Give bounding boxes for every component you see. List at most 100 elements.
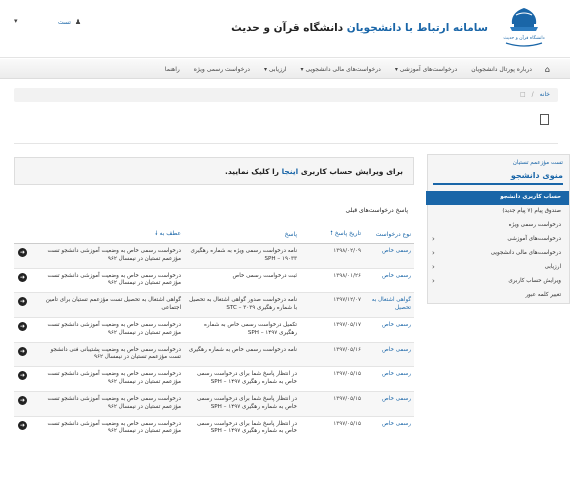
cell-reference: درخواست رسمی خاص به وضعیت آموزشی دانشجو … [34, 390, 184, 417]
sidebar-item-label: ویرایش حساب کاربری [508, 278, 561, 284]
cell-request-type[interactable]: رسمی خاص [364, 390, 414, 417]
cell-request-type[interactable]: رسمی خاص [364, 316, 414, 343]
cell-answer-date: ۱۳۹۸/۰۱/۲۶ [300, 267, 364, 293]
sort-icon: 🠗 [154, 230, 158, 237]
sidebar-title-underline [433, 183, 563, 185]
cell-action: ➜ [14, 390, 34, 417]
site-title-part2: دانشگاه قرآن و حدیث [231, 22, 344, 34]
home-icon[interactable]: ⌂ [539, 65, 556, 74]
user-name: تست [58, 19, 71, 26]
chevron-down-icon: ▾ [394, 65, 398, 73]
nav-item-help[interactable]: راهنما [158, 66, 187, 73]
table-row: رسمی خاص ۱۳۹۷/۰۵/۱۵ در انتظار پاسخ شما برا… [14, 366, 414, 392]
cell-action: ➜ [14, 243, 34, 269]
sidebar-item[interactable]: درخواست‌های آموزشی ‹ [426, 233, 569, 247]
logo-text: دانشگاه قرآن و حدیث [503, 34, 544, 41]
nav-item-about[interactable]: درباره پورتال دانشجویان [464, 66, 539, 73]
chevron-left-icon: ‹ [432, 263, 435, 271]
nav-item-label: درخواست‌های آموزشی [399, 65, 458, 73]
sidebar-item[interactable]: درخواست رسمی ویژه [426, 219, 569, 233]
cell-request-type[interactable]: گواهی اشتغال به تحصیل [364, 292, 414, 318]
page-icon: □ [520, 91, 526, 98]
view-arrow-icon[interactable]: ➜ [18, 395, 27, 405]
nav-item-education-requests[interactable]: درخواست‌های آموزشی ▾ [388, 66, 464, 73]
sidebar-item-label: صندوق پیام (۷ پیام جدید) [502, 208, 561, 214]
sort-icon: 🠕 [330, 230, 333, 237]
sidebar-item-label: حساب کاربری دانشجو [500, 194, 561, 200]
view-arrow-icon[interactable]: ➜ [18, 420, 27, 430]
cell-request-type[interactable]: رسمی خاص [364, 243, 414, 269]
column-header-label: عطف به [159, 230, 181, 237]
cell-answer-date: ۱۳۹۸/۰۲/۰۹ [300, 243, 364, 269]
edit-account-link[interactable]: اینجا [282, 167, 299, 176]
view-arrow-icon[interactable]: ➜ [18, 297, 27, 307]
breadcrumb: خانه / □ [14, 88, 558, 102]
university-logo[interactable]: دانشگاه قرآن و حدیث [500, 5, 548, 51]
sidebar-menu: حساب کاربری دانشجو صندوق پیام (۷ پیام جدی… [426, 191, 569, 303]
cell-reference: درخواست رسمی خاص به وضعیت آموزشی دانشجو … [34, 366, 184, 392]
nav-item-evaluation[interactable]: ارزیابی ▾ [257, 66, 294, 73]
divider [14, 143, 558, 144]
nav-item-special-request[interactable]: درخواست رسمی ویژه [187, 66, 257, 73]
sidebar-item[interactable]: صندوق پیام (۷ پیام جدید) [426, 205, 569, 219]
cell-reference: درخواست رسمی خاص به وضعیت آموزشی دانشجو … [34, 267, 184, 293]
site-title[interactable]: سامانه ارتباط با دانشجویان دانشگاه قرآن … [231, 22, 488, 34]
sidebar-item-label: درخواست‌های آموزشی [507, 236, 561, 242]
cell-answer: نامه درخواست رسمی ویژه به شماره رهگیری S… [184, 243, 300, 269]
cell-answer: در انتظار پاسخ شما برای درخواست رسمی خاص… [184, 415, 300, 441]
column-header-answer[interactable]: پاسخ [184, 225, 300, 244]
column-header-ref[interactable]: عطف به 🠗 [34, 225, 184, 244]
column-header-actions [14, 225, 34, 244]
sidebar-item[interactable]: ارزیابی ‹ [426, 261, 569, 275]
view-arrow-icon[interactable]: ➜ [18, 346, 27, 356]
cell-reference: درخواست رسمی خاص به وضعیت پشتیبانی فنی د… [34, 341, 184, 367]
cell-request-type[interactable]: رسمی خاص [364, 341, 414, 367]
view-arrow-icon[interactable]: ➜ [18, 371, 27, 381]
sidebar-item[interactable]: تغییر کلمه عبور [426, 289, 569, 303]
cell-answer: در انتظار پاسخ شما برای درخواست رسمی خاص… [184, 390, 300, 417]
column-header-type[interactable]: نوع درخواست [364, 225, 414, 244]
table-body: رسمی خاص ۱۳۹۸/۰۲/۰۹ نامه درخواست رسمی ویژه… [14, 243, 414, 441]
chevron-left-icon: ‹ [432, 277, 435, 285]
column-header-label: تاریخ پاسخ [334, 230, 361, 237]
sidebar-item[interactable]: ویرایش حساب کاربری ‹ [426, 275, 569, 289]
cell-request-type[interactable]: رسمی خاص [364, 267, 414, 293]
document-icon[interactable] [540, 114, 549, 125]
cell-answer-date: ۱۳۹۷/۰۵/۱۵ [300, 415, 364, 441]
sidebar-item[interactable]: درخواست‌های مالی دانشجویی ‹ [426, 247, 569, 261]
view-arrow-icon[interactable]: ➜ [18, 272, 27, 282]
table-title: پاسخ درخواست‌های قبلی [345, 207, 408, 214]
column-header-date[interactable]: تاریخ پاسخ 🠕 [300, 225, 364, 244]
cell-reference: درخواست رسمی خاص به وضعیت آموزشی دانشجو … [34, 415, 184, 441]
view-arrow-icon[interactable]: ➜ [18, 248, 27, 257]
chevron-left-icon: ‹ [432, 249, 435, 257]
table-row: رسمی خاص ۱۳۹۷/۰۵/۱۷ تکمیل درخواست رسمی خاص… [14, 316, 414, 343]
table-row: رسمی خاص ۱۳۹۷/۰۵/۱۵ در انتظار پاسخ شما برا… [14, 415, 414, 441]
cell-request-type[interactable]: رسمی خاص [364, 415, 414, 441]
cell-reference: درخواست رسمی خاص به وضعیت آموزشی دانشجو … [34, 243, 184, 269]
table-row: گواهی اشتغال به تحصیل ۱۳۹۷/۱۲/۰۷ نامه درخو… [14, 292, 414, 318]
cell-answer-date: ۱۳۹۷/۰۵/۱۵ [300, 390, 364, 417]
sidebar-user-name[interactable]: تست مؤزعمم تستیان [513, 160, 563, 166]
cell-answer-date: ۱۳۹۷/۱۲/۰۷ [300, 292, 364, 318]
cell-request-type[interactable]: رسمی خاص [364, 366, 414, 392]
table-row: رسمی خاص ۱۳۹۷/۰۵/۱۶ نامه درخواست رسمی خاص … [14, 341, 414, 367]
cell-answer: ثبت درخواست رسمی خاص [184, 267, 300, 293]
cell-answer-date: ۱۳۹۷/۰۵/۱۷ [300, 316, 364, 343]
cell-answer: تکمیل درخواست رسمی خاص به شماره رهگیری S… [184, 316, 300, 343]
breadcrumb-separator: / [531, 91, 534, 98]
sidebar-item-label: درخواست‌های مالی دانشجویی [490, 250, 561, 256]
cell-answer: در انتظار پاسخ شما برای درخواست رسمی خاص… [184, 366, 300, 392]
user-menu[interactable]: ♟ تست [58, 18, 81, 26]
cell-action: ➜ [14, 267, 34, 293]
sidebar-item-label: تغییر کلمه عبور [525, 292, 561, 298]
chevron-down-icon[interactable]: ▾ [14, 17, 18, 25]
view-arrow-icon[interactable]: ➜ [18, 321, 27, 331]
nav-item-label: ارزیابی [268, 65, 287, 73]
breadcrumb-home[interactable]: خانه [540, 91, 550, 98]
cell-action: ➜ [14, 292, 34, 318]
sidebar-item[interactable]: حساب کاربری دانشجو [426, 191, 569, 205]
nav-item-financial-requests[interactable]: درخواست‌های مالی دانشجویی ▾ [294, 66, 388, 73]
student-sidebar: تست مؤزعمم تستیان منوی دانشجو حساب کاربر… [426, 154, 570, 304]
sidebar-menu-title: منوی دانشجو [510, 171, 563, 180]
